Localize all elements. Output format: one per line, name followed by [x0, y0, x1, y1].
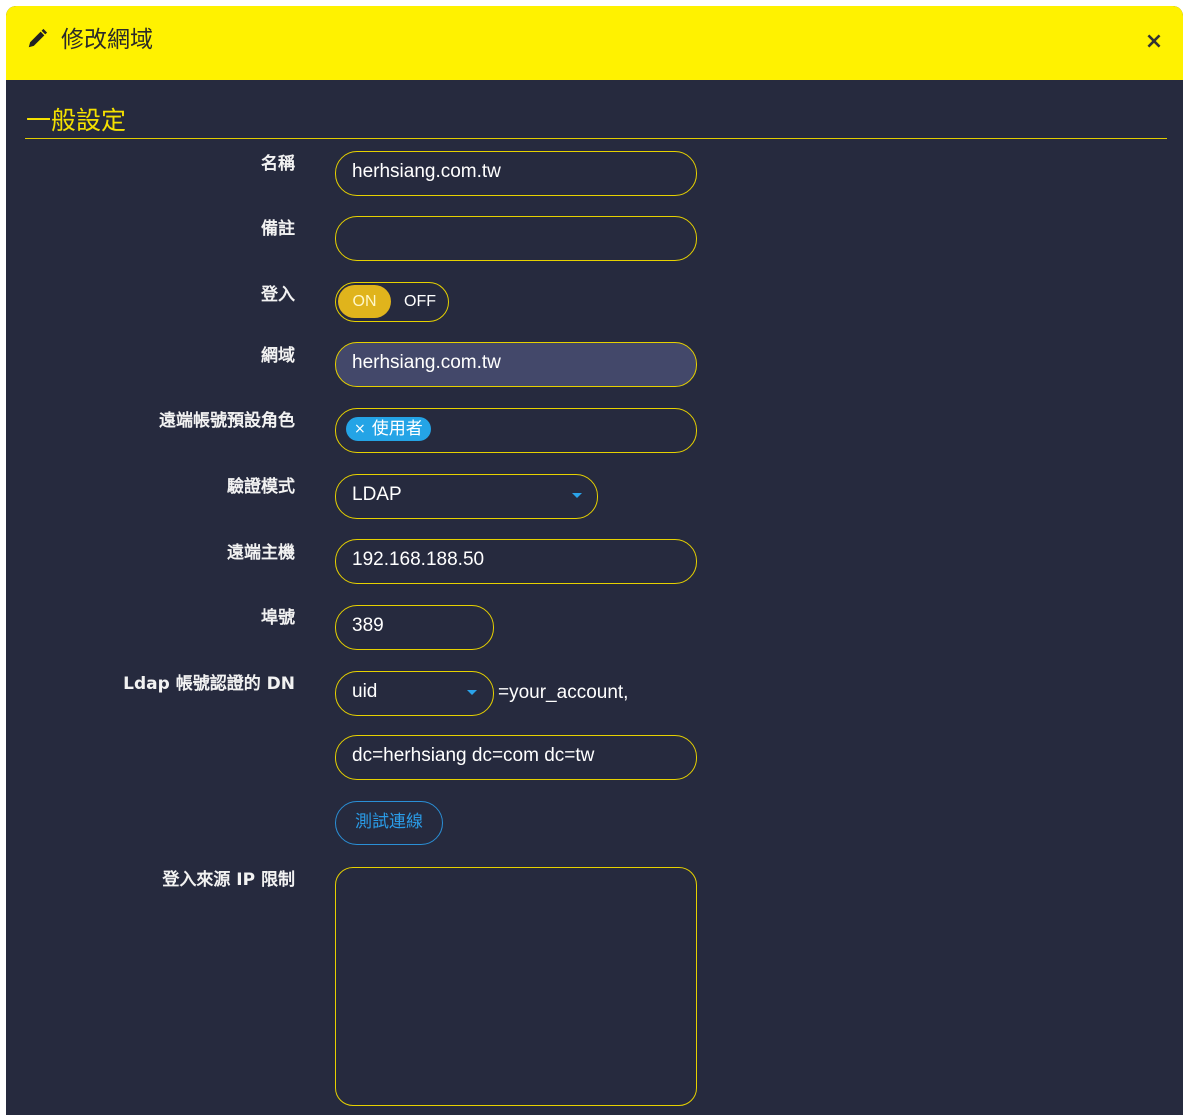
close-icon[interactable]: × [1139, 26, 1169, 56]
toggle-off-label: OFF [404, 293, 436, 310]
edit-domain-dialog: 修改網域 × 一般設定 名稱 herhsiang.com.tw 備註 登入 ON… [6, 6, 1183, 1115]
port-label: 埠號 [261, 608, 295, 628]
ip-restriction-textarea[interactable] [335, 867, 697, 1106]
role-tag-label: 使用者 [371, 419, 423, 439]
remote-host-label: 遠端主機 [227, 543, 295, 563]
dialog-title: 修改網域 [61, 27, 153, 53]
domain-input[interactable]: herhsiang.com.tw [335, 342, 697, 387]
test-connection-button[interactable]: 測試連線 [335, 801, 443, 845]
port-input[interactable]: 389 [335, 605, 494, 650]
toggle-on-label: ON [338, 285, 391, 318]
auth-mode-label: 驗證模式 [227, 477, 295, 497]
ldap-attribute-select[interactable]: uid [335, 671, 494, 716]
auth-mode-select[interactable]: LDAP [335, 474, 598, 519]
chevron-down-icon [572, 493, 582, 498]
default-role-select[interactable]: × 使用者 [335, 408, 697, 453]
ldap-dn-label: Ldap 帳號認證的 DN [123, 674, 295, 694]
section-divider [25, 138, 1167, 139]
login-label: 登入 [261, 285, 295, 305]
login-toggle[interactable]: ON OFF [335, 282, 449, 322]
ldap-attribute-value: uid [352, 681, 378, 702]
default-role-label: 遠端帳號預設角色 [159, 411, 295, 431]
domain-label: 網域 [261, 346, 295, 366]
chevron-down-icon [467, 690, 477, 695]
name-label: 名稱 [261, 154, 295, 174]
remark-input[interactable] [335, 216, 697, 261]
ip-restriction-label: 登入來源 IP 限制 [162, 870, 295, 890]
auth-mode-value: LDAP [352, 484, 402, 505]
remote-host-input[interactable]: 192.168.188.50 [335, 539, 697, 584]
ldap-account-suffix: =your_account, [498, 682, 629, 703]
pencil-icon [28, 28, 48, 48]
section-title: 一般設定 [26, 106, 127, 135]
tag-remove-icon[interactable]: × [354, 417, 366, 441]
role-tag: × 使用者 [346, 417, 431, 441]
name-input[interactable]: herhsiang.com.tw [335, 151, 697, 196]
dialog-header: 修改網域 × [6, 6, 1183, 80]
remark-label: 備註 [261, 219, 295, 239]
base-dn-input[interactable]: dc=herhsiang dc=com dc=tw [335, 735, 697, 780]
